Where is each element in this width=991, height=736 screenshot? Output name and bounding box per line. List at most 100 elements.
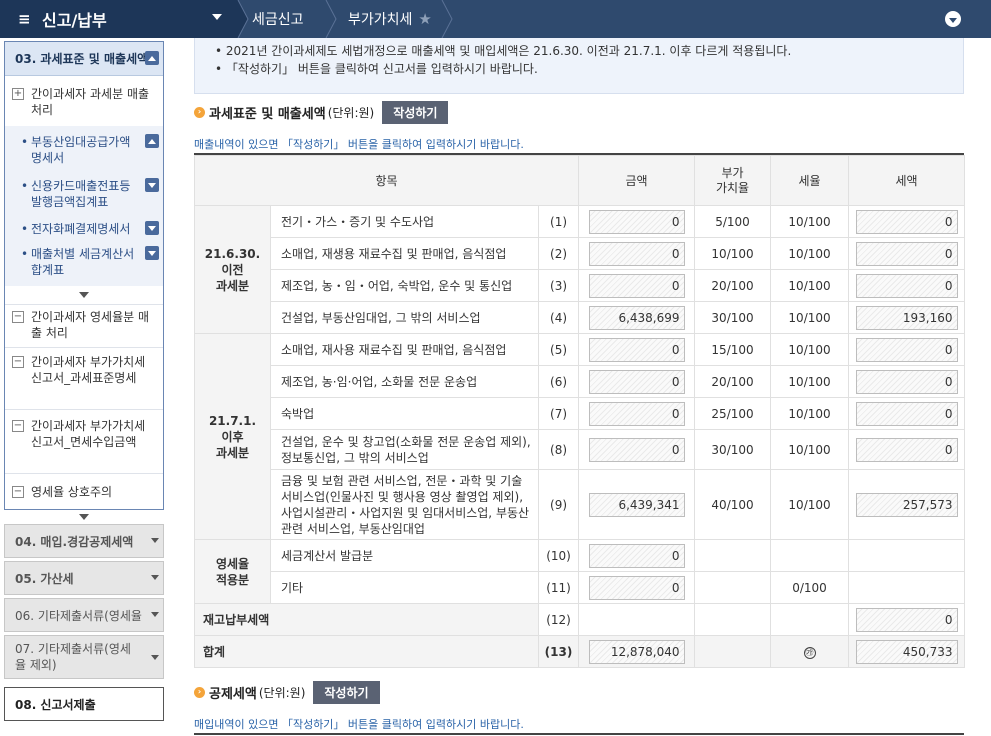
tax-field[interactable]: 0 [855,273,958,298]
tax-field[interactable]: 0 [855,369,958,394]
value-rate: 10/100 [694,237,772,270]
row-number: (12) [537,603,580,636]
collapse-icon: − [12,486,24,498]
sidebar-group-label: 간이과세자 부가가치세 신고서_과세표준명세 [31,355,146,385]
sidebar-step-04[interactable]: 04. 매입.경감공제세액 [4,524,164,558]
collapse-icon: − [12,420,24,432]
caret-down-icon [212,14,222,20]
amount-field[interactable]: 0 [588,543,685,568]
sidebar-group-zero-rate[interactable]: − 간이과세자 영세율분 매출 처리 [5,304,163,348]
value-rate: 25/100 [694,397,772,430]
value-rate [694,539,772,572]
sidebar-subitem[interactable]: • 전자화폐결제명세서 [21,221,161,239]
row-number: (9) [537,469,580,540]
breadcrumb-separator-icon [236,0,249,38]
group-label: 21.7.1. 이후 과세분 [194,333,271,540]
section-header-sales-tax: › 과세표준 및 매출세액 (단위:원) 작성하기 [194,100,449,124]
amount-field[interactable]: 0 [588,437,685,462]
tax-field[interactable]: 0 [855,209,958,234]
tax-field[interactable]: 0 [855,607,958,632]
amount-field[interactable]: 0 [588,369,685,394]
tax-field[interactable]: 193,160 [855,305,958,330]
header-value-rate: 부가 가치율 [694,155,772,206]
chevron-down-icon[interactable] [145,221,159,235]
total-amount-field[interactable]: 12,878,040 [588,639,685,664]
tax-rate: 10/100 [770,269,850,302]
step-label: 04. 매입.경감공제세액 [15,534,134,549]
scroll-down-icon[interactable] [79,292,89,298]
section-title: 공제세액 [209,686,257,702]
table-row: 영세율 적용분 세금계산서 발급분 (10) 0 [194,539,966,604]
amount-field[interactable]: 0 [588,575,685,600]
table-row: 소매업, 재생용 재료수집 및 판매업, 음식점업 (2) 0 10/100 1… [195,237,966,270]
star-icon[interactable]: ★ [418,10,431,28]
table-row-total: 합계 (13) 12,878,040 ㉮ 450,733 [194,635,966,668]
amount-field[interactable]: 0 [588,401,685,426]
row-number: (3) [537,269,580,302]
row-label: 재고납부세액 [194,603,539,636]
chevron-up-icon[interactable] [145,51,159,65]
sidebar-group-reciprocity[interactable]: − 영세율 상호주의 [5,474,163,508]
top-bar: ≡ 신고/납부 세금신고 부가가치세 ★ [0,0,991,38]
sidebar-subitem[interactable]: • 매출처별 세금계산서합계표 [21,246,161,280]
tax-rate: 10/100 [770,397,850,430]
sidebar-step-06[interactable]: 06. 기타제출서류(영세율 [4,598,164,632]
sidebar-group-exempt[interactable]: − 간이과세자 부가가치세 신고서_면세수입금액 [5,410,163,474]
chevron-down-icon[interactable] [145,246,159,260]
sidebar-step-08[interactable]: 08. 신고서제출 [4,687,164,721]
scroll-down-icon[interactable] [79,514,89,520]
unit-label: (단위:원) [258,685,306,700]
write-button[interactable]: 작성하기 [313,680,380,704]
sidebar-item-03[interactable]: 03. 과세표준 및 매출세액 [5,42,163,76]
total-tax-field[interactable]: 450,733 [855,639,958,664]
mark-ga-icon: ㉮ [803,647,816,659]
write-button[interactable]: 작성하기 [382,100,449,124]
tax-rate: 10/100 [770,365,850,398]
sidebar-subitem[interactable]: • 신용카드매출전표등발행금액집계표 [21,178,161,212]
sidebar-subitem-label: 전자화폐결제명세서 [31,222,131,236]
tax-field[interactable]: 0 [855,437,958,462]
chevron-down-icon[interactable] [145,178,159,192]
sidebar-subitem-label: 매출처별 세금계산서합계표 [31,247,135,277]
table-row: 제조업, 농・임・어업, 숙박업, 운수 및 통신업 (3) 0 20/100 … [195,269,966,302]
tax-field[interactable]: 0 [855,241,958,266]
amount-field[interactable]: 6,438,699 [588,305,685,330]
sidebar-group-taxable[interactable]: + 간이과세자 과세분 매출 처리 [5,86,163,126]
menu-dropdown-button[interactable]: ≡ 신고/납부 [0,0,236,38]
tax-cell-empty [848,539,966,572]
header-tax: 세액 [848,155,966,206]
value-rate: 40/100 [694,469,772,540]
chevron-down-icon [151,538,159,543]
row-number: (11) [537,571,580,604]
sidebar-step-07[interactable]: 07. 기타제출서류(영세율 제외) [4,635,164,679]
tax-rate: 10/100 [770,333,850,366]
row-label: 건설업, 운수 및 창고업(소화물 전문 운송업 제외), 정보통신업, 그 밖… [270,429,539,470]
chevron-down-icon [151,612,159,617]
sales-tax-table: 항목 금액 부가 가치율 세율 세액 21.6.30. 이전 과세분 전기・가스… [193,153,966,668]
value-rate: 30/100 [694,301,772,334]
collapse-icon: − [12,356,24,368]
tax-cell-empty [848,571,966,604]
tax-field[interactable]: 0 [855,401,958,426]
chevron-up-icon[interactable] [145,134,159,148]
amount-field[interactable]: 0 [588,337,685,362]
amount-field[interactable]: 0 [588,209,685,234]
tax-field[interactable]: 0 [855,337,958,362]
row-number: (4) [537,301,580,334]
breadcrumb-item[interactable]: 세금신고 [252,0,304,38]
tax-field[interactable]: 257,573 [855,492,958,517]
sidebar-group-tax-base[interactable]: − 간이과세자 부가가치세 신고서_과세표준명세 [5,348,163,410]
amount-field[interactable]: 6,439,341 [588,492,685,517]
collapse-toggle-icon[interactable] [945,11,961,27]
amount-field[interactable]: 0 [588,241,685,266]
table-row-reserve: 재고납부세액 (12) 0 [194,603,966,636]
sidebar-group-label: 간이과세자 과세분 매출 처리 [31,87,150,117]
amount-field[interactable]: 0 [588,273,685,298]
sidebar-subitem[interactable]: • 부동산임대공급가액명세서 [21,134,161,168]
tax-rate: 10/100 [770,301,850,334]
value-rate: 20/100 [694,365,772,398]
table-top-border [194,733,964,735]
sidebar-step-05[interactable]: 05. 가산세 [4,561,164,595]
row-number: (5) [537,333,580,366]
breadcrumb-item[interactable]: 부가가치세 ★ [348,0,432,38]
